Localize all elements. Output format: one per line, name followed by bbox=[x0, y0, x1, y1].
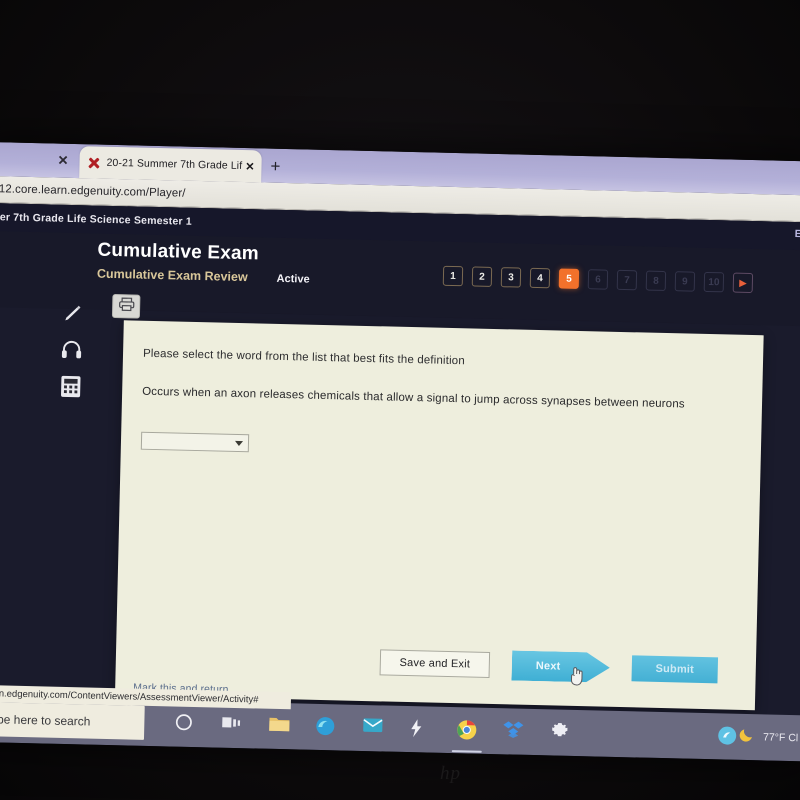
question-prompt: Please select the word from the list tha… bbox=[142, 347, 465, 368]
save-and-exit-button[interactable]: Save and Exit bbox=[379, 649, 491, 678]
next-page-arrow-icon[interactable]: ▶ bbox=[732, 272, 754, 294]
mouse-cursor-hand-icon bbox=[569, 666, 584, 686]
lightning-icon[interactable] bbox=[409, 718, 432, 741]
close-icon[interactable]: ✕ bbox=[245, 160, 255, 173]
taskbar-icon-group bbox=[174, 713, 739, 748]
moon-weather-icon[interactable] bbox=[739, 726, 757, 748]
page-6[interactable]: 6 bbox=[587, 269, 609, 290]
task-view-icon[interactable] bbox=[221, 714, 244, 737]
page-3[interactable]: 3 bbox=[500, 267, 522, 288]
page-8[interactable]: 8 bbox=[645, 270, 667, 292]
edgenuity-player: mer 7th Grade Life Science Semester 1 En… bbox=[0, 202, 800, 762]
page-5-current[interactable]: 5 bbox=[558, 268, 580, 289]
page-10[interactable]: 10 bbox=[703, 271, 725, 293]
new-tab-button[interactable]: + bbox=[270, 157, 280, 177]
hp-brand-mark: hp bbox=[440, 763, 461, 784]
page-7[interactable]: 7 bbox=[616, 269, 638, 291]
system-tray: 77°F Cl bbox=[739, 726, 800, 749]
edge-icon[interactable] bbox=[315, 716, 338, 739]
card-action-bar: Save and Exit Next Submit bbox=[116, 639, 757, 688]
answer-dropdown[interactable] bbox=[140, 431, 250, 453]
next-button-wrapper: Next bbox=[511, 650, 610, 686]
calculator-icon[interactable] bbox=[59, 375, 81, 398]
photo-of-laptop-screen: ✕ 20-21 Summer 7th Grade Life Sc ✕ + r12… bbox=[0, 0, 800, 800]
question-definition: Occurs when an axon releases chemicals t… bbox=[142, 385, 685, 411]
windows-search-box[interactable]: e.learn.edgenuity.com/ContentViewers/Ass… bbox=[0, 684, 292, 740]
blue-circle-icon[interactable] bbox=[717, 725, 740, 748]
print-button[interactable] bbox=[111, 293, 141, 319]
status-badge: Active bbox=[276, 272, 310, 286]
submit-button[interactable]: Submit bbox=[631, 655, 719, 684]
next-button[interactable]: Next bbox=[511, 650, 610, 682]
printer-icon bbox=[117, 296, 134, 316]
page-4[interactable]: 4 bbox=[529, 267, 551, 289]
headphones-icon[interactable] bbox=[59, 338, 83, 362]
edgenuity-favicon bbox=[86, 155, 101, 170]
dropbox-icon[interactable] bbox=[503, 720, 526, 743]
tool-rail bbox=[48, 289, 95, 420]
page-2[interactable]: 2 bbox=[471, 266, 493, 287]
settings-gear-icon[interactable] bbox=[550, 721, 573, 744]
weather-readout[interactable]: 77°F Cl bbox=[763, 731, 798, 744]
search-placeholder: Type here to search bbox=[0, 712, 91, 729]
address-bar-url: r12.core.learn.edgenuity.com/Player/ bbox=[0, 183, 186, 200]
breadcrumb: mer 7th Grade Life Science Semester 1 bbox=[0, 211, 193, 228]
chevron-down-icon bbox=[234, 440, 244, 446]
page-1[interactable]: 1 bbox=[442, 265, 464, 287]
mail-icon[interactable] bbox=[362, 717, 385, 740]
previous-tab-close-icon[interactable]: ✕ bbox=[57, 153, 68, 169]
cortana-icon[interactable] bbox=[174, 713, 197, 736]
highlighter-icon[interactable] bbox=[61, 303, 82, 324]
browser-tab-title: 20-21 Summer 7th Grade Life Sc bbox=[106, 156, 243, 172]
breadcrumb-right-partial: En bbox=[794, 228, 800, 241]
page-9[interactable]: 9 bbox=[674, 271, 696, 292]
question-card: Please select the word from the list tha… bbox=[115, 320, 764, 711]
laptop-screen: ✕ 20-21 Summer 7th Grade Life Sc ✕ + r12… bbox=[0, 142, 800, 762]
chrome-icon[interactable] bbox=[456, 719, 479, 742]
browser-tab-active[interactable]: 20-21 Summer 7th Grade Life Sc ✕ bbox=[79, 146, 262, 183]
file-explorer-icon[interactable] bbox=[268, 715, 291, 738]
exam-subtitle: Cumulative Exam Review bbox=[96, 266, 248, 285]
